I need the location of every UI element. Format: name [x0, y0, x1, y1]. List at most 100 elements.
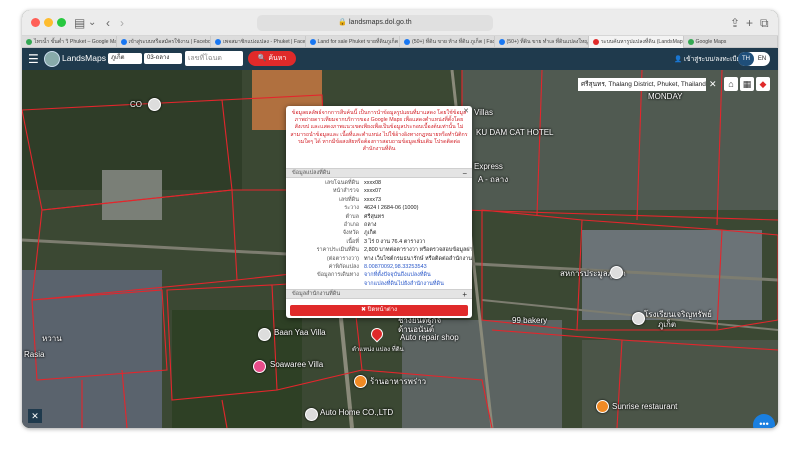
new-tab-icon[interactable]: +: [746, 15, 753, 31]
zoom-window-button[interactable]: [57, 18, 66, 27]
clear-search-icon[interactable]: ✕: [709, 78, 717, 91]
food-poi-icon[interactable]: [596, 400, 609, 413]
tab[interactable]: Google Maps: [684, 36, 778, 48]
favicon-icon: [498, 39, 505, 45]
tab[interactable]: (50+) ที่ดิน ขาย ทำเล ที่ดินแปลงใหญ่ | F…: [495, 36, 589, 48]
lock-icon: 🔒: [338, 19, 349, 26]
detail-row: จากแปลงที่ดินไปยังสำนักงานที่ดิน: [286, 280, 472, 289]
brand-name: LandsMaps: [62, 53, 106, 63]
lang-en-button[interactable]: EN: [754, 52, 770, 66]
search-icon: 🔍: [257, 55, 269, 62]
section-office-header[interactable]: ข้อมูลสำนักงานที่ดิน +: [286, 289, 472, 299]
tab-label: ระบบค้นหารูปแปลงที่ดิน (LandsMaps): [601, 39, 684, 45]
map-label-thalang: A - ถลาง: [478, 175, 509, 184]
map-label-bakery: 99 bakery: [512, 316, 548, 325]
poi-icon[interactable]: [258, 328, 271, 341]
section-parcel-title: ข้อมูลแปลงที่ดิน: [292, 170, 331, 176]
map-label-monday: MONDAY: [648, 92, 683, 101]
tab-overview-icon[interactable]: ⧉: [760, 15, 769, 31]
browser-titlebar: ▤ ⌄ ‹ › 🔒 landsmaps.dol.go.th ⇪ + ⧉: [22, 10, 778, 36]
map-label-ruan: หวาน: [42, 334, 62, 343]
poi-icon[interactable]: [610, 266, 623, 279]
share-icon[interactable]: ⇪: [730, 15, 740, 31]
tab-label: (50+) ที่ดิน ขาย ห้าง ที่ดิน ภูเก็ต | Fa…: [412, 39, 494, 45]
close-window-button[interactable]: [31, 18, 40, 27]
menu-icon[interactable]: ☰: [28, 51, 39, 67]
collapse-icon[interactable]: −: [462, 169, 467, 178]
map-label-baan-yaa: Baan Yaa Villa: [274, 328, 326, 337]
expand-icon[interactable]: +: [462, 290, 467, 299]
favicon-icon: [26, 39, 32, 45]
tab-label: Google Maps: [695, 39, 727, 45]
map-canvas[interactable]: CO MONDAY Villas KU DAM CAT HOTEL Expres…: [22, 70, 778, 428]
poi-icon[interactable]: [305, 408, 318, 421]
map-label-rasia: Rasia: [24, 350, 45, 359]
login-link[interactable]: 👤 เข้าสู่ระบบ/ลงทะเบียน: [674, 54, 745, 64]
poi-icon[interactable]: [148, 98, 161, 111]
tab-active[interactable]: ระบบค้นหารูปแปลงที่ดิน (LandsMaps): [589, 36, 684, 48]
tab[interactable]: เพจสมาชิกแบ่งแปลง - Phuket | Facebook: [211, 36, 306, 48]
search-button-label: ค้นหา: [268, 55, 287, 62]
search-button[interactable]: 🔍 ค้นหา: [248, 51, 296, 66]
disclaimer-text: ข้อมูลผลลัพธ์จากการสืบค้นนี้ เป็นการนำข้…: [290, 110, 468, 153]
layers-icon[interactable]: ◆: [756, 77, 770, 91]
map-label-auto-home: Auto Home CO.,LTD: [320, 408, 394, 417]
address-bar-text: landsmaps.dol.go.th: [349, 19, 412, 26]
tab[interactable]: Land for sale Phuket ขายที่ดินภูเก็ต | F…: [306, 36, 400, 48]
district-select[interactable]: 03-ถลาง: [144, 53, 182, 64]
tab-label: Land for sale Phuket ขายที่ดินภูเก็ต | F…: [317, 39, 400, 45]
grid-icon[interactable]: ▦: [740, 77, 754, 91]
tab[interactable]: (50+) ที่ดิน ขาย ห้าง ที่ดิน ภูเก็ต | Fa…: [400, 36, 495, 48]
tab-label: (50+) ที่ดิน ขาย ทำเล ที่ดินแปลงใหญ่ | F…: [506, 39, 589, 45]
app-header: ☰ LandsMaps ภูเก็ต 03-ถลาง เลขที่โฉนด 🔍 …: [22, 48, 778, 70]
map-label-shop: ร้านอาหารพร่าว: [370, 377, 427, 386]
deed-number-input[interactable]: เลขที่โฉนด: [185, 51, 243, 66]
lang-th-button[interactable]: TH: [738, 52, 754, 66]
favicon-icon: [687, 39, 694, 45]
favicon-icon: [593, 39, 599, 45]
tab-label: ไทรน้ำ ขั้นต่ำ วิ Phuket – Google Maps: [34, 39, 117, 45]
map-label-villas: Villas: [474, 108, 493, 117]
map-label-co: CO: [130, 100, 142, 109]
browser-window: ▤ ⌄ ‹ › 🔒 landsmaps.dol.go.th ⇪ + ⧉ ไทรน…: [22, 10, 778, 428]
logo: [44, 51, 60, 67]
forward-icon[interactable]: ›: [120, 15, 124, 31]
map-label-phuket: ภูเก็ต: [658, 320, 677, 329]
favicon-icon: [404, 39, 410, 45]
hotel-poi-icon[interactable]: [253, 360, 266, 373]
section-office-title: ข้อมูลสำนักงานที่ดิน: [292, 291, 341, 297]
map-label-school: โรงเรียนเจริญทรัพย์: [644, 310, 712, 319]
tab-label: เพจสมาชิกแบ่งแปลง - Phuket | Facebook: [223, 39, 306, 45]
marker-label: ตำแหน่ง แปลง ที่ดิน: [352, 347, 404, 353]
province-select[interactable]: ภูเก็ต: [108, 53, 142, 64]
favicon-icon: [215, 39, 221, 45]
district-value: 03-ถลาง: [147, 55, 170, 61]
map-label-sunrise: Sunrise restaurant: [612, 402, 678, 411]
tab[interactable]: เข้าสู่ระบบหรือสมัครใช้งาน | Facebook: [117, 36, 211, 48]
map-label-express: Express: [474, 162, 503, 171]
parcel-info-popup: ✕ ข้อมูลผลลัพธ์จากการสืบค้นนี้ เป็นการนำ…: [286, 106, 472, 318]
map-search-input[interactable]: ศรีสุนทร, Thalang District, Phuket, Thai…: [578, 78, 706, 91]
tab-label: เข้าสู่ระบบหรือสมัครใช้งาน | Facebook: [128, 39, 211, 45]
tab-bar: ไทรน้ำ ขั้นต่ำ วิ Phuket – Google Maps เ…: [22, 36, 778, 48]
sidebar-dropdown-icon[interactable]: ⌄: [88, 15, 96, 31]
province-value: ภูเก็ต: [111, 55, 125, 61]
user-icon: 👤: [674, 56, 684, 63]
sidebar-icon[interactable]: ▤: [74, 15, 85, 31]
language-toggle[interactable]: TH EN: [738, 52, 770, 66]
food-poi-icon[interactable]: [354, 375, 367, 388]
measure-tool-icon[interactable]: ✕: [28, 409, 42, 423]
section-parcel-header[interactable]: ข้อมูลแปลงที่ดิน −: [286, 168, 472, 178]
home-icon[interactable]: ⌂: [724, 77, 738, 91]
tab[interactable]: ไทรน้ำ ขั้นต่ำ วิ Phuket – Google Maps: [22, 36, 117, 48]
favicon-icon: [309, 39, 316, 45]
close-window-action-button[interactable]: ✖ ปิดหน้าต่าง: [290, 305, 468, 316]
detail-link[interactable]: จากแปลงที่ดินไปยังสำนักงานที่ดิน: [364, 280, 444, 289]
minimize-window-button[interactable]: [44, 18, 53, 27]
poi-icon[interactable]: [632, 312, 645, 325]
back-icon[interactable]: ‹: [106, 15, 110, 31]
favicon-icon: [120, 39, 127, 45]
address-bar[interactable]: 🔒 landsmaps.dol.go.th: [257, 15, 493, 31]
login-label: เข้าสู่ระบบ/ลงทะเบียน: [683, 56, 745, 63]
map-label-soawaree: Soawaree Villa: [270, 360, 324, 369]
